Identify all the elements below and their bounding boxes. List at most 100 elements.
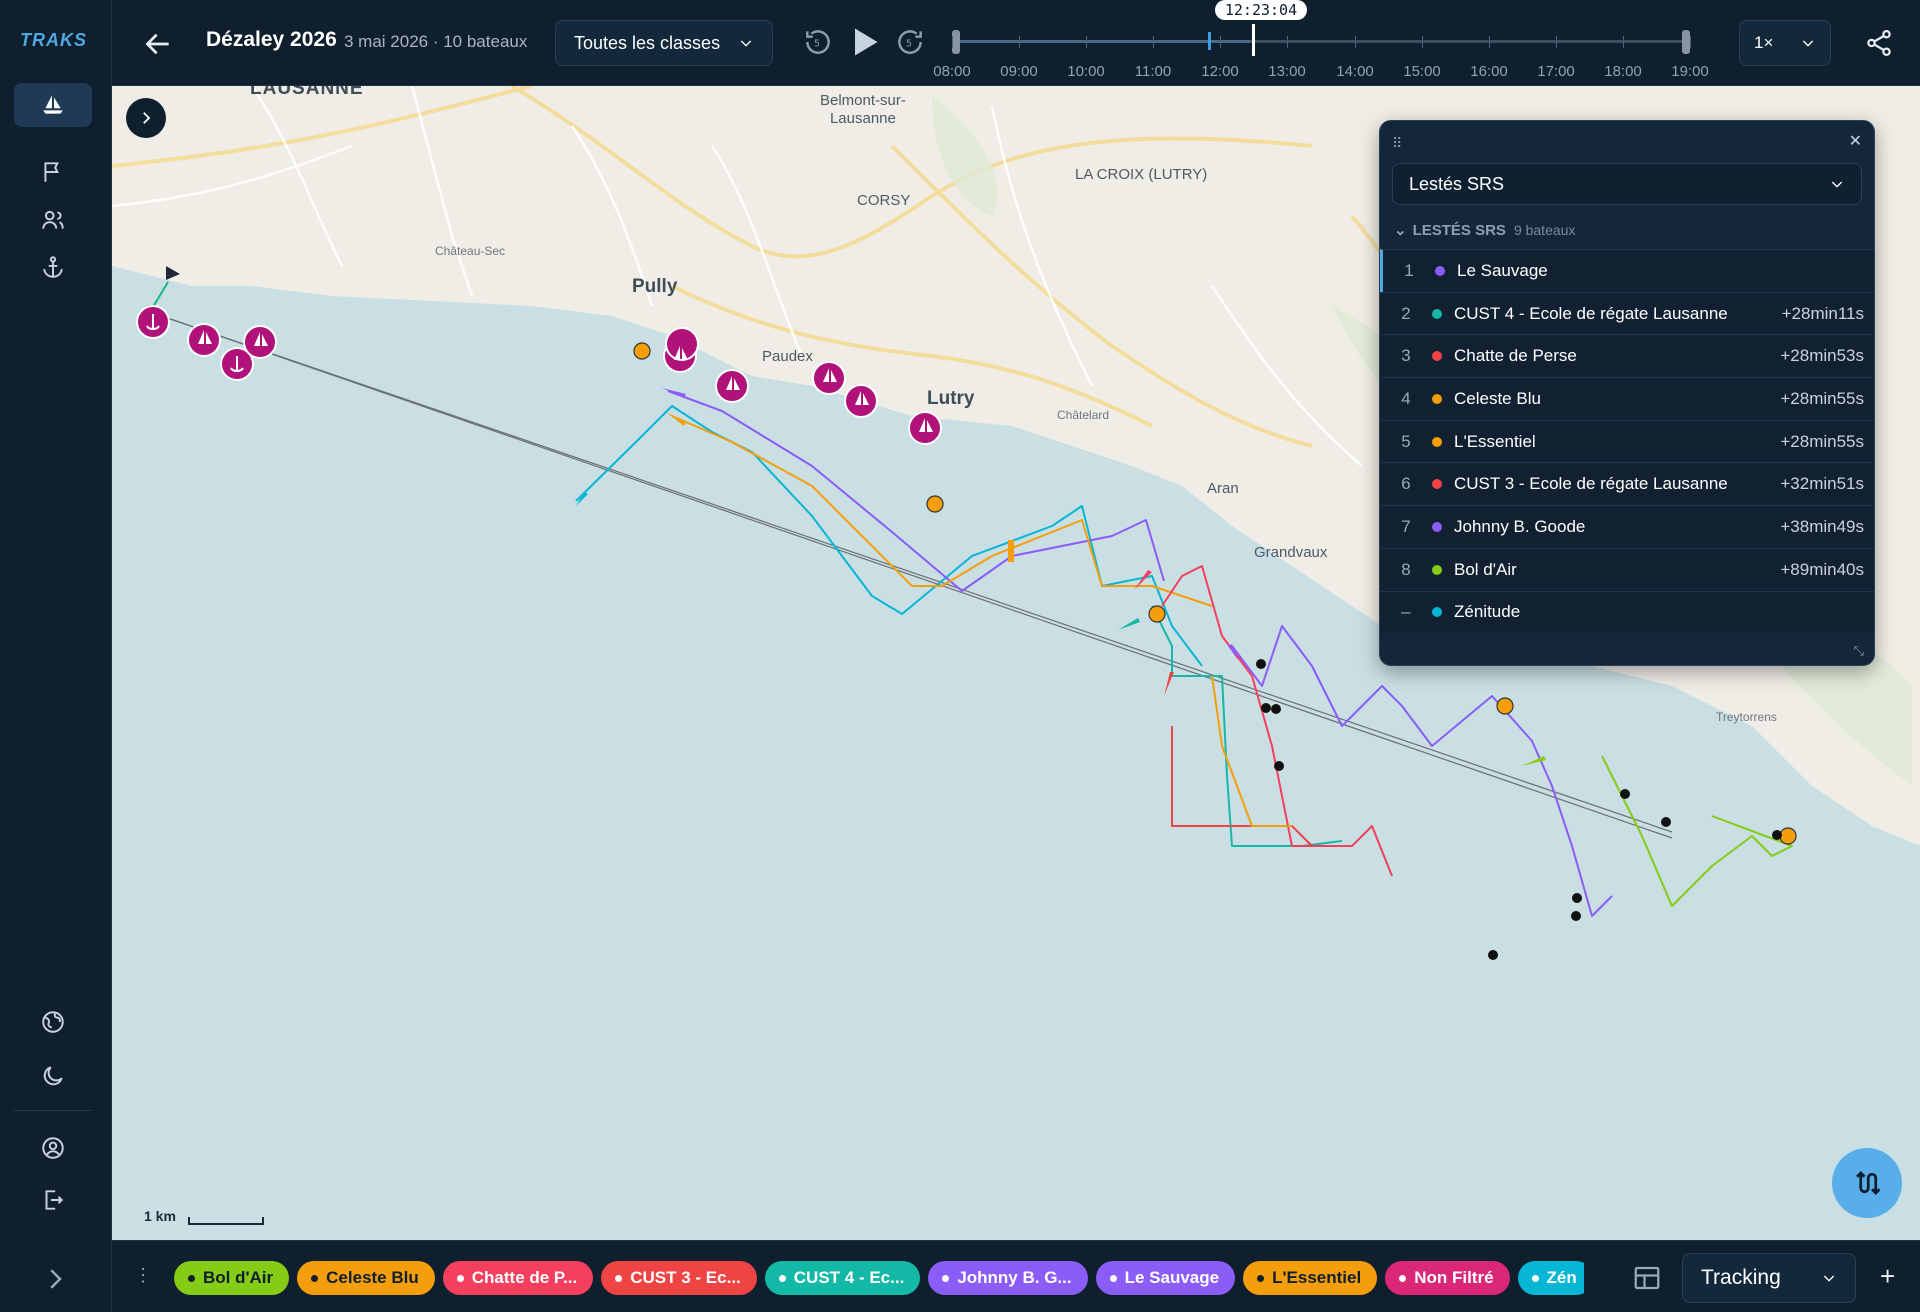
place-aran: Aran	[1207, 480, 1239, 497]
ranking-position: 8	[1401, 559, 1411, 579]
boat-filter-chip[interactable]: Bol d'Air	[174, 1261, 290, 1295]
flag-icon	[44, 162, 59, 182]
nav-flags-button[interactable]	[14, 150, 92, 194]
time-gap: +89min40s	[1780, 559, 1864, 579]
timeline-tick	[1623, 36, 1624, 48]
chip-label: L'Essentiel	[1272, 1268, 1362, 1287]
timeline-end-handle[interactable]	[1682, 30, 1690, 54]
boat-color-dot	[1432, 351, 1442, 362]
timeline-label: 09:00	[1000, 63, 1038, 80]
ranking-row[interactable]: 2 CUST 4 - Ecole de régate Lausanne +28min…	[1380, 291, 1874, 335]
nav-races-button[interactable]	[14, 83, 92, 127]
boat-filter-chip[interactable]: CUST 3 - Ec...	[601, 1261, 757, 1295]
ranking-panel: ⠿ ✕ Lestés SRS ⌄ LESTÉS SRS 9 bateaux 1 Le …	[1379, 120, 1875, 666]
group-header[interactable]: ⌄ LESTÉS SRS 9 bateaux	[1394, 221, 1575, 239]
users-icon	[42, 210, 64, 229]
timeline-label: 19:00	[1671, 63, 1709, 80]
timeline-scrubber[interactable]: 08:00 09:00 10:00 11:00 12:00 13:00 14:00 15:00…	[933, 0, 1862, 86]
expand-panel-button[interactable]	[126, 98, 166, 138]
nav-users-button[interactable]	[14, 198, 92, 242]
place-belmont: Belmont-sur- Lausanne	[820, 92, 906, 127]
time-gap: +28min55s	[1780, 388, 1864, 408]
ranking-position: 6	[1401, 474, 1411, 494]
close-icon[interactable]: ✕	[1849, 131, 1862, 151]
boat-filter-chip[interactable]: Celeste Blu	[297, 1261, 435, 1295]
fast-forward-icon[interactable]: 5	[894, 26, 926, 58]
chip-label: Zén	[1546, 1268, 1577, 1287]
ranking-position: 2	[1401, 303, 1411, 323]
boat-name: Le Sauvage	[1457, 260, 1548, 280]
boat-filter-chip[interactable]: L'Essentiel	[1243, 1261, 1378, 1295]
chevron-down-icon	[1831, 181, 1843, 188]
timeline-label: 17:00	[1537, 63, 1575, 80]
timeline-tick	[1690, 36, 1691, 48]
top-bar: Dézaley 2026 3 mai 2026 · 10 bateaux Tou…	[112, 0, 1920, 86]
chip-dot	[1531, 1274, 1539, 1282]
route-fab-button[interactable]	[1832, 1148, 1902, 1218]
place-lutry: Lutry	[927, 388, 975, 409]
timeline-label: 08:00	[933, 63, 971, 80]
timeline-tick	[1556, 36, 1557, 48]
ranking-row[interactable]: 4 Celeste Blu +28min55s	[1380, 377, 1874, 420]
nav-globe-button[interactable]	[14, 1000, 92, 1044]
track-cust3	[1171, 726, 1313, 847]
ranking-row[interactable]: 6 CUST 3 - Ecole de régate Lausanne +32min…	[1380, 462, 1874, 506]
boat-filter-chip[interactable]: Le Sauvage	[1095, 1261, 1236, 1295]
track-johnny	[1231, 625, 1613, 917]
nav-logout-button[interactable]	[14, 1178, 92, 1222]
ranking-row[interactable]: 8 Bol d'Air +89min40s	[1380, 547, 1874, 591]
place-la-croix: LA CROIX (LUTRY)	[1075, 166, 1208, 183]
ranking-row[interactable]: – Zénitude	[1380, 590, 1874, 634]
boat-filter-chip[interactable]: Chatte de P...	[442, 1261, 594, 1295]
chip-dot	[778, 1274, 786, 1282]
class-filter-select[interactable]: Toutes les classes	[555, 20, 773, 66]
time-gap: +28min55s	[1780, 431, 1864, 451]
chip-label: Chatte de P...	[471, 1268, 578, 1287]
back-arrow-icon[interactable]	[142, 28, 174, 60]
ranking-row[interactable]: 1 Le Sauvage	[1380, 249, 1874, 292]
nav-profile-button[interactable]	[14, 1126, 92, 1170]
place-chatelard: Châtelard	[1057, 408, 1110, 422]
boat-color-dot	[1432, 308, 1442, 319]
panel-class-select[interactable]: Lestés SRS	[1392, 163, 1862, 205]
boat-marker-cust3	[1164, 672, 1174, 696]
view-mode-value: Tracking	[1701, 1266, 1781, 1289]
boat-color-dot	[1435, 265, 1445, 276]
bottom-bar: ⋮ Bol d'Air Celeste Blu Chatte de P... CUST…	[112, 1240, 1920, 1312]
layout-icon[interactable]	[1632, 1263, 1662, 1293]
play-icon[interactable]	[846, 24, 882, 60]
time-gap: +32min51s	[1780, 474, 1864, 494]
timeline-cursor[interactable]	[1252, 24, 1255, 56]
boat-name: Johnny B. Goode	[1454, 516, 1586, 536]
sailboat-icon	[43, 95, 63, 114]
app-logo[interactable]: TRAKS	[20, 30, 94, 51]
boat-name: Chatte de Perse	[1454, 346, 1577, 366]
resize-icon[interactable]: ⤡	[1854, 643, 1864, 659]
playback-speed-select[interactable]: 1×	[1739, 20, 1831, 66]
nav-dark-mode-button[interactable]	[14, 1054, 92, 1098]
timeline-current-time: 12:23:04	[1215, 0, 1307, 20]
ranking-row[interactable]: 7 Johnny B. Goode +38min49s	[1380, 505, 1874, 548]
class-filter-value: Toutes les classes	[574, 32, 721, 53]
boat-filter-chip[interactable]: Non Filtré	[1385, 1261, 1510, 1295]
chip-dot	[615, 1274, 623, 1282]
nav-anchor-button[interactable]	[14, 245, 92, 289]
place-grandvaux: Grandvaux	[1254, 544, 1328, 561]
timeline-start-handle[interactable]	[952, 30, 960, 54]
share-icon[interactable]	[1864, 28, 1894, 58]
add-icon[interactable]: +	[1880, 1261, 1895, 1292]
more-options-icon[interactable]: ⋮	[134, 1265, 152, 1286]
boat-filter-chip[interactable]: CUST 4 - Ec...	[764, 1261, 921, 1295]
boat-filter-chip[interactable]: Johnny B. G...	[928, 1261, 1088, 1295]
rewind-icon[interactable]: 5	[802, 26, 834, 58]
drag-handle-icon[interactable]: ⠿	[1392, 135, 1402, 152]
collapse-sidebar-chevron-icon[interactable]	[40, 1264, 70, 1294]
chip-label: Bol d'Air	[203, 1268, 274, 1287]
chip-label: CUST 4 - Ec...	[793, 1268, 905, 1287]
boat-name: CUST 3 - Ecole de régate Lausanne	[1454, 474, 1728, 494]
boat-color-dot	[1432, 436, 1442, 447]
view-mode-select[interactable]: Tracking	[1682, 1253, 1856, 1303]
boat-filter-chip[interactable]: Zén	[1517, 1261, 1584, 1295]
ranking-row[interactable]: 3 Chatte de Perse +28min53s	[1380, 334, 1874, 378]
ranking-row[interactable]: 5 L'Essentiel +28min55s	[1380, 419, 1874, 463]
